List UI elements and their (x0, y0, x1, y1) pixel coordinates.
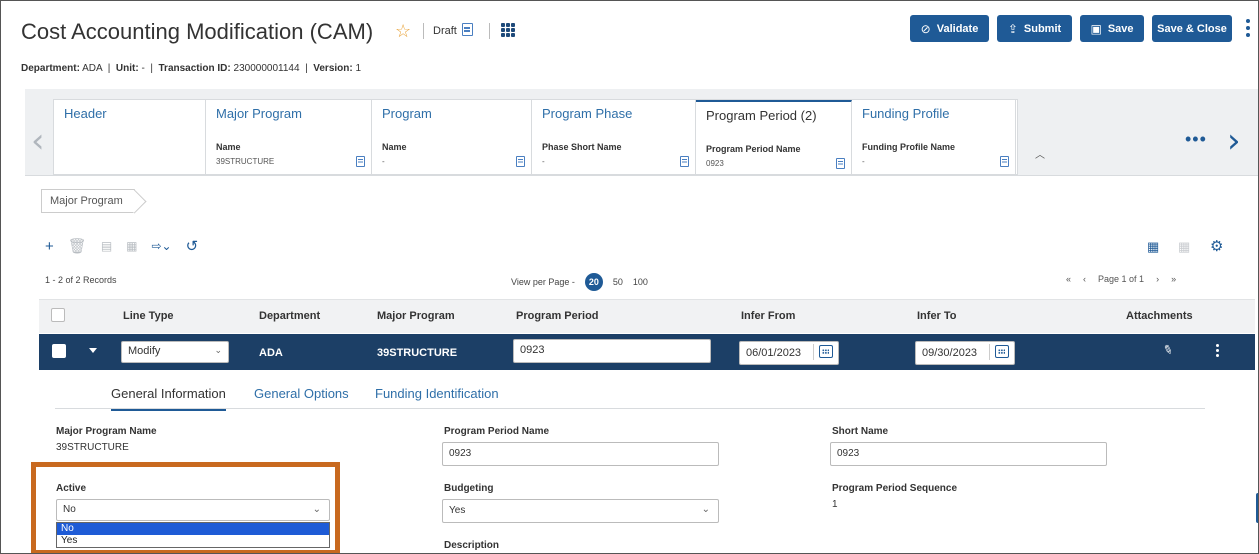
save-button[interactable]: ▣ Save (1080, 15, 1144, 42)
grid-header (39, 299, 1255, 333)
status-label: Draft (433, 25, 457, 37)
program-period-sequence-value: 1 (832, 499, 838, 510)
tab-funding-identification[interactable]: Funding Identification (375, 386, 499, 401)
infer-from-date[interactable]: 06/01/2023 (739, 341, 839, 365)
more-tabs-icon[interactable]: ••• (1185, 129, 1207, 150)
page-size-20[interactable]: 20 (584, 273, 603, 291)
major-program-name-label: Major Program Name (56, 426, 157, 437)
row-department: ADA (259, 347, 283, 359)
undo-icon[interactable]: ↺ (186, 237, 199, 255)
prev-page-icon[interactable]: ‹ (1083, 274, 1086, 284)
grid-toolbar: + 🗑 ▤ ▦ ⇨⌄ ↺ (45, 237, 199, 256)
submit-button[interactable]: ⇪ Submit (997, 15, 1072, 42)
major-program-name-value: 39STRUCTURE (56, 442, 129, 453)
column-header[interactable]: Infer From (741, 310, 795, 322)
tab-funding-profile[interactable]: Funding Profile Funding Profile Name - (852, 100, 1016, 176)
line-type-select[interactable]: Modify ⌄ (121, 341, 229, 363)
notes-icon[interactable] (1000, 156, 1009, 167)
divider (489, 23, 490, 39)
column-header[interactable]: Department (259, 310, 320, 322)
calendar-icon[interactable] (819, 345, 833, 358)
column-header[interactable]: Program Period (516, 310, 599, 322)
check-circle-icon: ⊘ (920, 21, 931, 36)
more-actions-icon[interactable] (1246, 19, 1250, 37)
breadcrumb[interactable]: Major Program (41, 189, 135, 213)
card-view-icon[interactable]: ▦ (1147, 239, 1159, 255)
gear-icon[interactable]: ⚙ (1210, 237, 1223, 255)
records-count: 1 - 2 of 2 Records (45, 275, 117, 285)
select-all-checkbox[interactable] (51, 308, 65, 322)
page-size-50[interactable]: 50 (613, 277, 623, 287)
page-title: Cost Accounting Modification (CAM) (21, 19, 374, 44)
expand-row-icon[interactable] (89, 348, 97, 353)
budgeting-label: Budgeting (444, 483, 494, 494)
tab-program-phase[interactable]: Program Phase Phase Short Name - (532, 100, 696, 176)
paste-icon[interactable]: ▦ (126, 239, 137, 253)
column-header[interactable]: Attachments (1126, 310, 1193, 322)
save-close-button[interactable]: Save & Close (1152, 15, 1232, 42)
page-info: Page 1 of 1 (1098, 274, 1145, 284)
program-period-sequence-label: Program Period Sequence (832, 483, 958, 494)
notes-icon[interactable] (356, 156, 365, 167)
favorite-star-icon[interactable]: ☆ (395, 21, 411, 42)
notes-icon[interactable] (516, 156, 525, 167)
column-header[interactable]: Major Program (377, 310, 455, 322)
first-page-icon[interactable]: « (1066, 274, 1071, 284)
tab-program-period[interactable]: Program Period (2) Program Period Name 0… (696, 100, 852, 176)
add-icon[interactable]: + (45, 238, 54, 255)
validate-button[interactable]: ⊘ Validate (910, 15, 989, 42)
column-header[interactable]: Infer To (917, 310, 957, 322)
pagination: « ‹ Page 1 of 1 › » (1066, 274, 1176, 284)
notes-icon[interactable] (836, 158, 845, 169)
program-period-name-field[interactable]: 0923 (442, 442, 719, 466)
submit-icon: ⇪ (1007, 21, 1018, 36)
highlight-box (31, 462, 340, 553)
divider (55, 408, 1205, 409)
app-window: Cost Accounting Modification (CAM) ☆ Dra… (0, 0, 1259, 554)
divider (423, 23, 424, 39)
apps-grid-icon[interactable] (501, 23, 515, 37)
section-tabs: Header Major Program Name 39STRUCTURE Pr… (53, 99, 1018, 176)
next-page-icon[interactable]: › (1156, 274, 1159, 284)
notes-icon[interactable] (462, 23, 473, 36)
budgeting-select[interactable]: Yes ⌄ (442, 499, 719, 523)
program-period-input[interactable]: 0923 (513, 339, 711, 363)
tab-program[interactable]: Program Name - (372, 100, 532, 176)
tab-general-options[interactable]: General Options (254, 386, 349, 401)
chevron-right-icon[interactable]: › (1227, 121, 1241, 161)
last-page-icon[interactable]: » (1171, 274, 1176, 284)
grid-view-icon[interactable]: ▦ (1178, 239, 1190, 255)
save-icon: ▣ (1090, 21, 1102, 36)
page-size-100[interactable]: 100 (633, 277, 648, 287)
chevron-down-icon: ⌄ (701, 504, 710, 515)
copy-icon[interactable]: ▤ (101, 239, 112, 253)
short-name-label: Short Name (832, 426, 889, 437)
view-per-page: View per Page - 20 50 100 (511, 273, 648, 291)
transaction-info: Department: ADA | Unit: - | Transaction … (21, 63, 362, 74)
export-icon[interactable]: ⇨⌄ (152, 239, 172, 253)
chevron-left-icon[interactable]: ‹ (31, 121, 45, 161)
program-period-name-label: Program Period Name (444, 426, 550, 437)
row-major-program: 39STRUCTURE (377, 347, 458, 359)
infer-to-date[interactable]: 09/30/2023 (915, 341, 1015, 365)
tab-header[interactable]: Header (54, 100, 206, 176)
description-label: Description (444, 540, 500, 551)
column-header[interactable]: Line Type (123, 310, 174, 322)
delete-icon[interactable]: 🗑 (68, 237, 87, 255)
row-checkbox[interactable] (52, 344, 66, 358)
short-name-field[interactable]: 0923 (830, 442, 1107, 466)
row-actions-icon[interactable] (1216, 344, 1219, 357)
notes-icon[interactable] (680, 156, 689, 167)
chevron-down-icon: ⌄ (214, 345, 222, 355)
tab-major-program[interactable]: Major Program Name 39STRUCTURE (206, 100, 372, 176)
calendar-icon[interactable] (995, 345, 1009, 358)
chevron-up-icon[interactable]: ︿ (1035, 146, 1045, 161)
